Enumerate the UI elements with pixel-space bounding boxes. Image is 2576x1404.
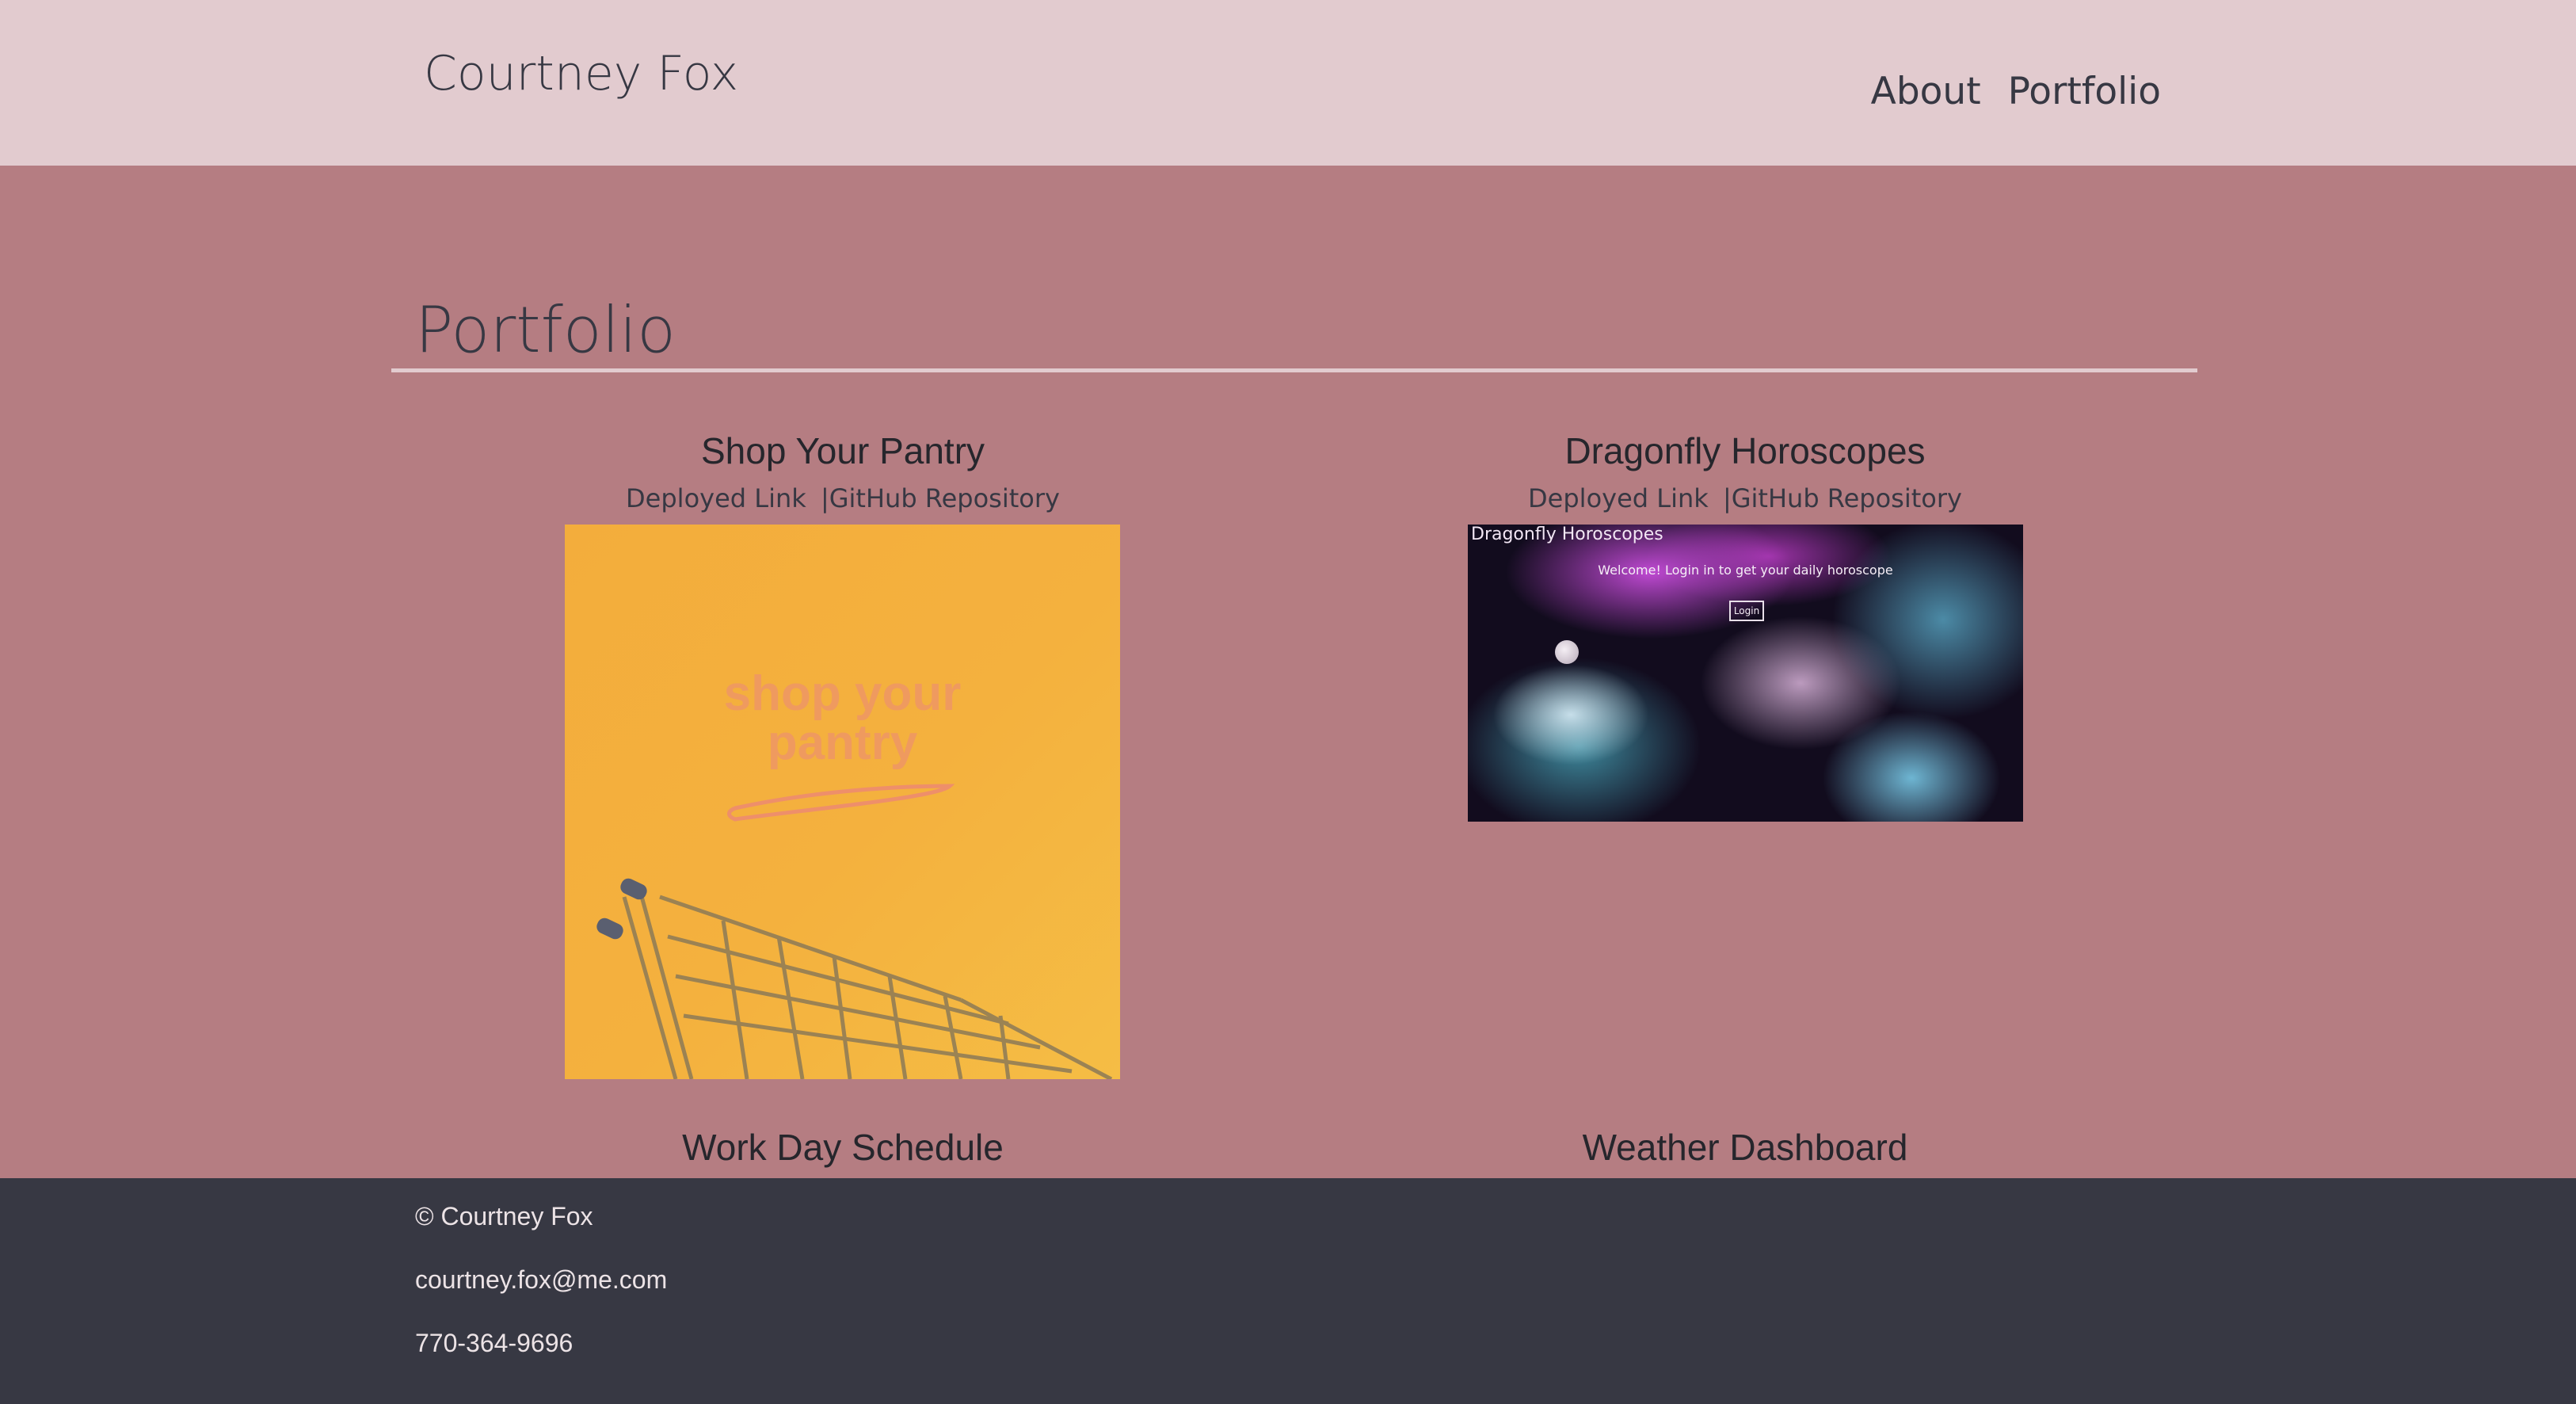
main-nav: About Portfolio [1871,70,2161,113]
link-separator: | [820,483,829,513]
project-card-shop-your-pantry: Shop Your Pantry Deployed Link |GitHub R… [447,429,1239,513]
deployed-link[interactable]: Deployed Link [626,483,806,513]
screenshot-title: Dragonfly Horoscopes [1471,525,1663,544]
site-footer: © Courtney Fox courtney.fox@me.com 770-3… [0,1178,2576,1404]
footer-email[interactable]: courtney.fox@me.com [415,1265,667,1295]
site-header: Courtney Fox About Portfolio [0,0,2576,166]
screenshot-login-button: Login [1729,601,1764,621]
project-links: Deployed Link |GitHub Repository [447,483,1239,513]
project-title: Weather Dashboard [1582,1127,1908,1168]
footer-phone[interactable]: 770-364-9696 [415,1329,573,1358]
project-title: Dragonfly Horoscopes [1564,430,1926,471]
project-card-weather-dashboard: Weather Dashboard [1349,1126,2141,1169]
project-card-work-day-schedule: Work Day Schedule [447,1126,1239,1169]
shopping-cart-illustration [596,784,1113,1079]
project-thumbnail-dragonfly-horoscopes[interactable]: Dragonfly Horoscopes Welcome! Login in t… [1468,525,2023,822]
screenshot-welcome-text: Welcome! Login in to get your daily horo… [1598,563,1893,578]
site-title[interactable]: Courtney Fox [424,46,738,101]
page-title: Portfolio [415,293,676,367]
github-repo-link[interactable]: GitHub Repository [829,483,1060,513]
project-thumbnail-shop-your-pantry[interactable]: shop your pantry [565,525,1120,1079]
link-separator: | [1722,483,1732,513]
project-card-dragonfly-horoscopes: Dragonfly Horoscopes Deployed Link |GitH… [1349,429,2141,513]
project-title: Work Day Schedule [682,1127,1004,1168]
footer-copyright: © Courtney Fox [415,1202,593,1230]
project-title: Shop Your Pantry [700,430,985,471]
project-links: Deployed Link |GitHub Repository [1349,483,2141,513]
nav-link-about[interactable]: About [1871,70,1981,113]
heading-divider [391,368,2197,372]
github-repo-link[interactable]: GitHub Repository [1732,483,1962,513]
nav-link-portfolio[interactable]: Portfolio [2008,70,2161,113]
moon-image [1555,640,1579,664]
deployed-link[interactable]: Deployed Link [1528,483,1709,513]
